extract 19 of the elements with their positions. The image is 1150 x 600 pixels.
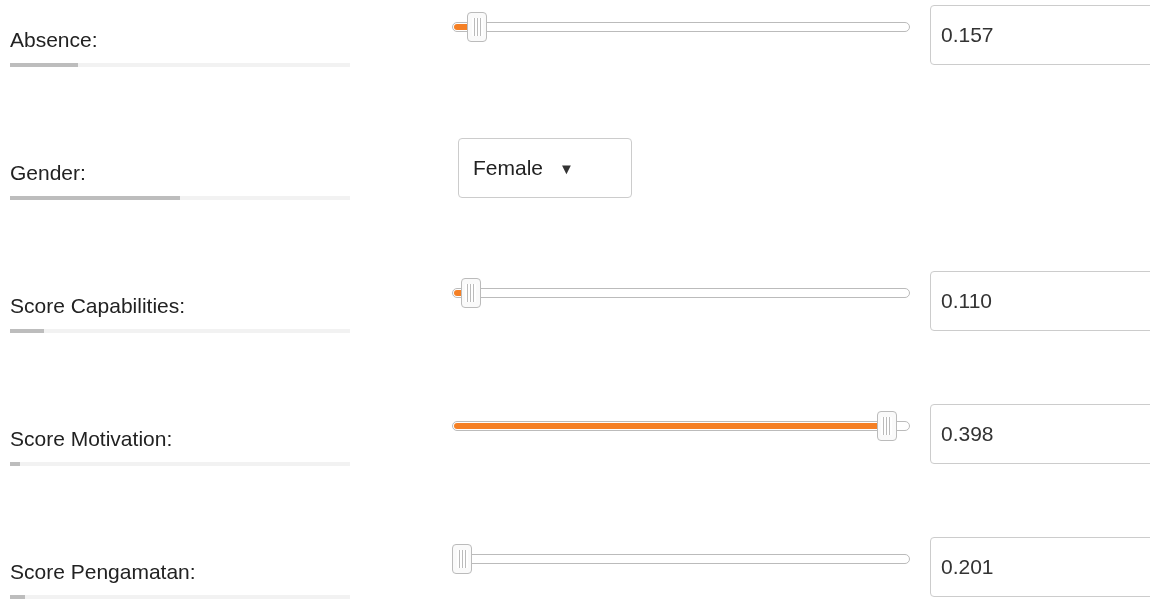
slider-thumb[interactable] bbox=[460, 278, 481, 308]
value-field[interactable]: 0.110 bbox=[930, 271, 1150, 331]
slider[interactable] bbox=[452, 278, 910, 308]
value-field[interactable]: 0.398 bbox=[930, 404, 1150, 464]
field-label: Score Capabilities: bbox=[10, 294, 186, 318]
field-label: Absence: bbox=[10, 28, 98, 52]
value-field[interactable]: 0.157 bbox=[930, 5, 1150, 65]
slider-thumb[interactable] bbox=[452, 544, 472, 574]
slider-thumb[interactable] bbox=[876, 411, 897, 441]
slider[interactable] bbox=[452, 12, 910, 42]
field-label: Gender: bbox=[10, 161, 86, 185]
slider-thumb[interactable] bbox=[467, 12, 488, 42]
field-label: Score Pengamatan: bbox=[10, 560, 196, 584]
caret-icon: ▼ bbox=[559, 159, 574, 177]
slider[interactable] bbox=[452, 544, 910, 574]
slider[interactable] bbox=[452, 411, 910, 441]
field-label: Score Motivation: bbox=[10, 427, 173, 451]
gender-dropdown[interactable]: Female ▼ bbox=[458, 138, 632, 198]
value-field[interactable]: 0.201 bbox=[930, 537, 1150, 597]
